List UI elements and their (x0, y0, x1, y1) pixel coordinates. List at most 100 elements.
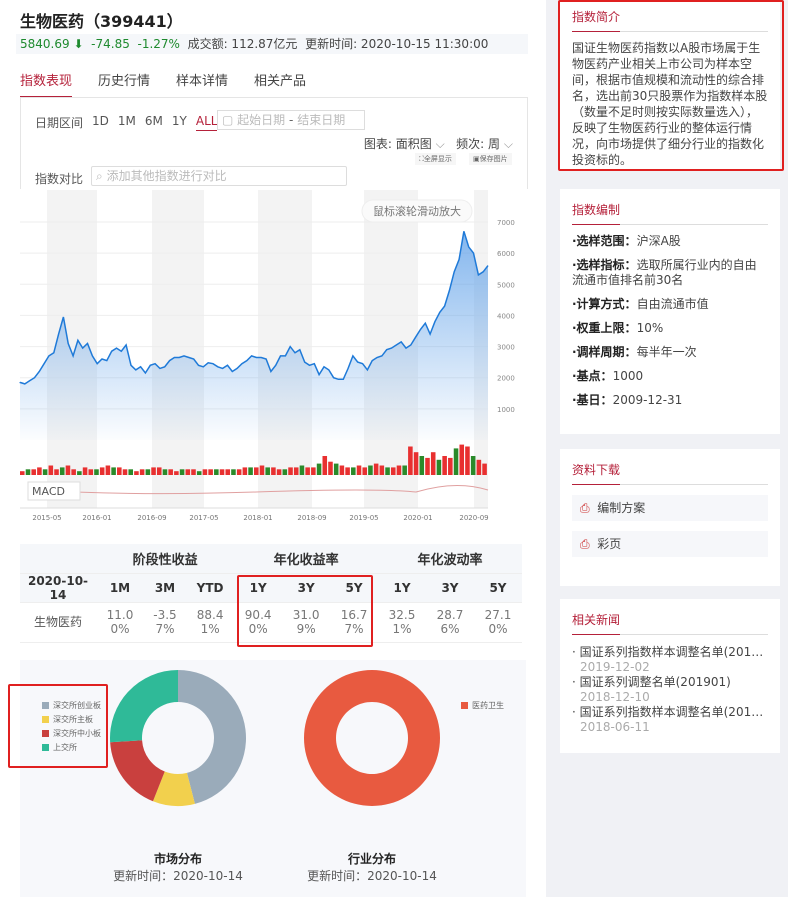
pdf-icon: ⎙ (580, 501, 590, 515)
news-link[interactable]: · 国证系列调整名单(201901) (572, 675, 768, 690)
value-cell: 28.7 6% (426, 602, 474, 643)
range-1y[interactable]: 1Y (172, 114, 187, 131)
volume-bar (254, 467, 259, 475)
col-header: 3Y (426, 573, 474, 603)
volume-bar (305, 467, 310, 475)
range-all[interactable]: ALL (195, 114, 218, 131)
value-cell: 27.1 0% (473, 602, 522, 643)
chart-type-select[interactable]: 面积图 ⌵ (396, 137, 445, 151)
compare-label: 指数对比 (35, 172, 84, 186)
value-cell: 90.4 0% (234, 602, 283, 643)
range-label: 日期区间 (35, 116, 84, 130)
downloads-title: 资料下载 (572, 461, 768, 485)
volume-bar (196, 471, 202, 475)
volume-bar (242, 467, 248, 475)
volume-bar (156, 467, 162, 475)
index-chart[interactable]: 1000 2000 3000 4000 5000 6000 7000 MACD 2015-05 2… (16, 190, 528, 530)
method-item: ·选样指标：选取所属行业内的自由流通市值排名前30名 (572, 258, 757, 287)
distribution-panel: 深交所创业板 深交所主板 深交所中小板 上交所 医药卫生 市场分布 更新时间：2020… (20, 660, 526, 897)
industry-title: 行业分布 (347, 852, 396, 866)
industry-legend: 医药卫生 (461, 698, 504, 712)
volume-bar (31, 469, 36, 475)
volume-bar (316, 463, 322, 475)
donut-slice[interactable] (110, 740, 165, 802)
range-1m[interactable]: 1M (118, 114, 136, 131)
image-icon: ▣ (473, 155, 480, 163)
legend-item[interactable]: 上交所 (42, 740, 101, 754)
volume-bar (282, 469, 288, 475)
volume-bar (128, 469, 134, 475)
price: 5840.69 (20, 37, 70, 51)
volume-bar (77, 471, 82, 475)
volume-bar (59, 467, 65, 475)
donut-slice[interactable] (110, 670, 178, 743)
news-date: 2018-06-11 (580, 720, 650, 734)
col-header: 3Y (282, 573, 331, 603)
y-tick-label: 4000 (497, 312, 515, 320)
news-link[interactable]: · 国证系列指数样本调整名单(2019... (572, 645, 768, 660)
volume-bar (430, 452, 436, 475)
range-6m[interactable]: 6M (145, 114, 163, 131)
download-brochure[interactable]: ⎙ 彩页 (572, 531, 768, 557)
volume-bar (191, 469, 196, 475)
legend-item[interactable]: 医药卫生 (461, 698, 504, 712)
donut-slice[interactable] (304, 670, 441, 806)
volume-bar (459, 444, 465, 475)
volume-bar (259, 465, 265, 475)
market-legend: 深交所创业板 深交所主板 深交所中小板 上交所 (42, 698, 101, 754)
method-item: ·调样周期：每半年一次 (572, 345, 697, 359)
y-tick-label: 3000 (497, 344, 515, 352)
legend-item[interactable]: 深交所创业板 (42, 698, 101, 712)
volume-bar (219, 469, 225, 475)
value-cell: 31.0 9% (282, 602, 331, 643)
volume-bar (351, 467, 356, 475)
date-range-input[interactable]: ▢ 起始日期 - 结束日期 (217, 110, 365, 130)
freq-select[interactable]: 周 ⌵ (488, 137, 513, 151)
col-header: 5Y (330, 573, 379, 603)
x-tick-label: 2016-09 (137, 514, 166, 522)
volume-bar (145, 469, 151, 475)
volume-bar (465, 446, 470, 475)
chart-toolbar: 日期区间 1D 1M 6M 1Y ALL ▢ 起始日期 - 结束日期 图表: 面… (20, 97, 528, 189)
fullscreen-button[interactable]: ⛶全屏显示 (415, 153, 456, 165)
volume-bar (482, 463, 487, 475)
freq-label: 频次: (456, 137, 485, 151)
volume-bar (362, 467, 368, 475)
market-donut (110, 670, 246, 806)
tab-history[interactable]: 历史行情 (98, 70, 150, 98)
news-link[interactable]: · 国证系列指数样本调整名单(2018... (572, 705, 768, 720)
industry-donut (304, 670, 441, 806)
volume-bar (88, 469, 94, 475)
download-scheme[interactable]: ⎙ 编制方案 (572, 495, 768, 521)
volume-bar (419, 456, 425, 475)
volume-bar (105, 465, 111, 475)
save-image-button[interactable]: ▣保存图片 (469, 153, 512, 165)
market-updated: 更新时间：2020-10-14 (113, 869, 243, 883)
end-date[interactable]: 结束日期 (297, 113, 345, 127)
range-1d[interactable]: 1D (92, 114, 109, 131)
tab-constituents[interactable]: 样本详情 (176, 70, 228, 98)
tab-performance[interactable]: 指数表现 (20, 70, 73, 98)
volume-bar (65, 465, 71, 475)
legend-item[interactable]: 深交所中小板 (42, 726, 101, 740)
volume-bar (54, 469, 59, 475)
volume-bar (379, 465, 385, 475)
page-title: 生物医药（399441） (20, 12, 183, 31)
method-item: ·计算方式：自由流通市值 (572, 297, 709, 311)
y-tick-label: 2000 (497, 375, 515, 383)
volume-bar (288, 467, 293, 475)
volume-bar (117, 467, 122, 475)
volume-bar (293, 467, 299, 475)
value-cell: 16.7 7% (330, 602, 379, 643)
volume-bar (94, 469, 99, 475)
change-pct: -1.27% (137, 37, 180, 51)
tab-products[interactable]: 相关产品 (254, 70, 306, 98)
volume-bar (476, 459, 482, 475)
y-tick-label: 6000 (497, 250, 515, 258)
compare-input[interactable]: ⌕ 添加其他指数进行对比 (91, 166, 347, 186)
volume-bar (168, 469, 173, 475)
start-date[interactable]: 起始日期 (237, 113, 285, 127)
sidebar: 指数简介 国证生物医药指数以A股市场属于生物医药产业相关上市公司为样本空间，根据… (546, 0, 788, 897)
chevron-down-icon: ⌵ (435, 137, 445, 151)
legend-item[interactable]: 深交所主板 (42, 712, 101, 726)
